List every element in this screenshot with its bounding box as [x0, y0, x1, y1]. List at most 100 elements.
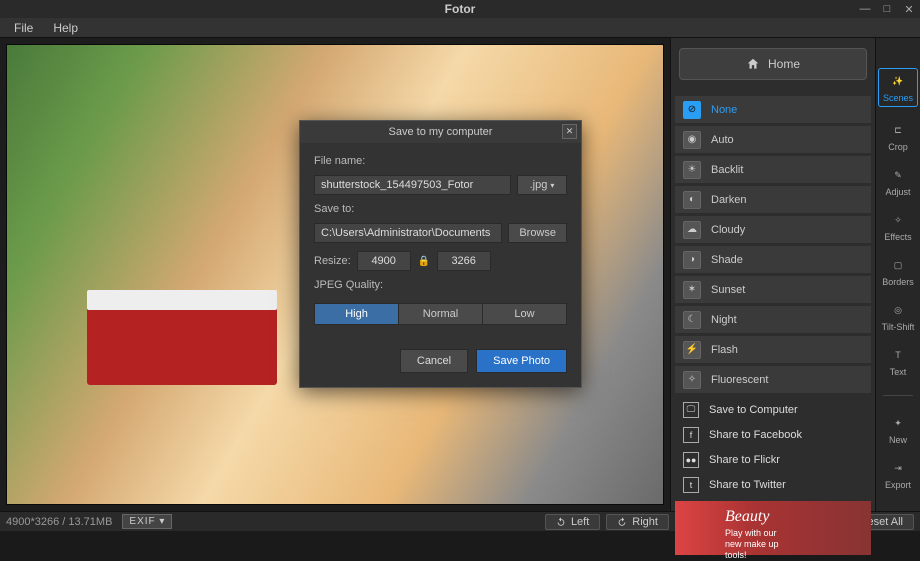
tool-label: Crop — [888, 142, 908, 152]
home-label: Home — [768, 57, 800, 71]
promo-line: tools! — [725, 550, 865, 561]
scene-item-fluorescent[interactable]: ✧ Fluorescent — [675, 366, 871, 393]
exif-button[interactable]: EXIF ▾ — [122, 514, 172, 529]
scene-label: Night — [711, 314, 737, 326]
tool-label: New — [889, 435, 907, 445]
scene-item-darken[interactable]: ◐ Darken — [675, 186, 871, 213]
scene-icon: ✧ — [683, 371, 701, 389]
tool-scenes[interactable]: ✨ Scenes — [878, 68, 918, 107]
quality-low-button[interactable]: Low — [483, 303, 567, 325]
quality-high-button[interactable]: High — [314, 303, 399, 325]
export-label: Save to Computer — [709, 404, 798, 416]
rotate-right-icon — [617, 517, 627, 527]
rotate-left-icon — [556, 517, 566, 527]
scene-item-none[interactable]: ⊘ None — [675, 96, 871, 123]
new-icon: ✦ — [889, 414, 907, 432]
borders-icon: ▢ — [889, 256, 907, 274]
text-icon: T — [889, 346, 907, 364]
titlebar: Fotor — □ ✕ — [0, 0, 920, 18]
scene-icon: ☁ — [683, 221, 701, 239]
tool-text[interactable]: T Text — [878, 346, 918, 377]
tool-adjust[interactable]: ✎Adjust — [878, 166, 918, 197]
extension-select[interactable]: .jpg — [517, 175, 567, 195]
scene-item-backlit[interactable]: ☀ Backlit — [675, 156, 871, 183]
export-label: Share to Flickr — [709, 454, 780, 466]
scene-label: Backlit — [711, 164, 743, 176]
scene-item-night[interactable]: ☾ Night — [675, 306, 871, 333]
tool-new[interactable]: ✦ New — [878, 414, 918, 445]
scene-icon: ☾ — [683, 311, 701, 329]
right-panel: Home ⊘ None ◉Auto ☀ Backlit ◐ Darken ☁Cloudy ◑Sh… — [670, 38, 875, 511]
scene-icon: ◉ — [683, 131, 701, 149]
export-icon: ●● — [683, 452, 699, 468]
dialog-titlebar[interactable]: Save to my computer ✕ — [300, 121, 581, 143]
export-item[interactable]: f Share to Facebook — [675, 422, 871, 447]
scene-label: Sunset — [711, 284, 745, 296]
tool-crop[interactable]: ⊏ Crop — [878, 121, 918, 152]
save-photo-button[interactable]: Save Photo — [476, 349, 567, 373]
export-item[interactable]: t Share to Twitter — [675, 472, 871, 497]
scene-icon: ⊘ — [683, 101, 701, 119]
resize-height-input[interactable] — [437, 251, 491, 271]
tilt-shift-icon: ◎ — [889, 301, 907, 319]
tool-label: Tilt-Shift — [882, 322, 915, 332]
scene-icon: ☀ — [683, 161, 701, 179]
scene-item-auto[interactable]: ◉Auto — [675, 126, 871, 153]
crop-icon: ⊏ — [889, 121, 907, 139]
rotate-right-button[interactable]: Right — [606, 514, 669, 530]
saveto-input[interactable] — [314, 223, 502, 243]
filename-label: File name: — [314, 155, 567, 167]
scene-icon: ◐ — [683, 191, 701, 209]
filename-input[interactable] — [314, 175, 511, 195]
scene-item-shade[interactable]: ◑Shade — [675, 246, 871, 273]
maximize-icon[interactable]: □ — [880, 2, 894, 16]
dialog-title: Save to my computer — [389, 126, 493, 138]
adjust-icon: ✎ — [889, 166, 907, 184]
tool-borders[interactable]: ▢ Borders — [878, 256, 918, 287]
scene-item-flash[interactable]: ⚡Flash — [675, 336, 871, 363]
save-dialog: Save to my computer ✕ File name: .jpg Sa… — [299, 120, 582, 388]
menu-file[interactable]: File — [6, 19, 41, 37]
promo-line: Play with our — [725, 528, 865, 539]
promo-title: Beauty — [725, 507, 865, 526]
effects-icon: ✧ — [889, 211, 907, 229]
export-icon: ⇥ — [889, 459, 907, 477]
rotate-left-button[interactable]: Left — [545, 514, 600, 530]
resize-width-input[interactable] — [357, 251, 411, 271]
tool-label: Text — [890, 367, 907, 377]
scene-label: Flash — [711, 344, 738, 356]
promo-thumbnail[interactable]: Beauty Play with our new make up tools! — [675, 501, 871, 555]
tool-label: Borders — [882, 277, 914, 287]
export-item[interactable]: ●● Share to Flickr — [675, 447, 871, 472]
export-icon: f — [683, 427, 699, 443]
resize-label: Resize: — [314, 255, 351, 267]
menu-help[interactable]: Help — [45, 19, 86, 37]
scene-item-cloudy[interactable]: ☁Cloudy — [675, 216, 871, 243]
scene-list: ⊘ None ◉Auto ☀ Backlit ◐ Darken ☁Cloudy ◑Shade ✶S… — [675, 96, 871, 393]
scenes-icon: ✨ — [889, 72, 907, 90]
lock-aspect-icon[interactable]: 🔒 — [417, 254, 431, 268]
image-dimensions: 4900*3266 / 13.71MB — [6, 516, 112, 528]
dialog-close-button[interactable]: ✕ — [562, 124, 577, 139]
cancel-button[interactable]: Cancel — [400, 349, 468, 373]
tool-sidebar: ✨ Scenes ⊏ Crop ✎Adjust ✧ Effects ▢ Borders ◎ Tilt… — [875, 38, 920, 511]
scene-label: None — [711, 104, 737, 116]
tool-effects[interactable]: ✧ Effects — [878, 211, 918, 242]
tool-tilt-shift[interactable]: ◎ Tilt-Shift — [878, 301, 918, 332]
tool-label: Scenes — [883, 93, 913, 103]
export-item[interactable]: 🖵Save to Computer — [675, 397, 871, 422]
minimize-icon[interactable]: — — [858, 2, 872, 16]
scene-item-sunset[interactable]: ✶Sunset — [675, 276, 871, 303]
tool-label: Effects — [884, 232, 911, 242]
export-icon: t — [683, 477, 699, 493]
scene-label: Shade — [711, 254, 743, 266]
close-icon[interactable]: ✕ — [902, 2, 916, 16]
export-label: Share to Twitter — [709, 479, 786, 491]
scene-label: Fluorescent — [711, 374, 768, 386]
browse-button[interactable]: Browse — [508, 223, 567, 243]
scene-label: Darken — [711, 194, 746, 206]
tool-export[interactable]: ⇥Export — [878, 459, 918, 490]
export-label: Share to Facebook — [709, 429, 802, 441]
quality-normal-button[interactable]: Normal — [399, 303, 483, 325]
home-button[interactable]: Home — [679, 48, 867, 80]
